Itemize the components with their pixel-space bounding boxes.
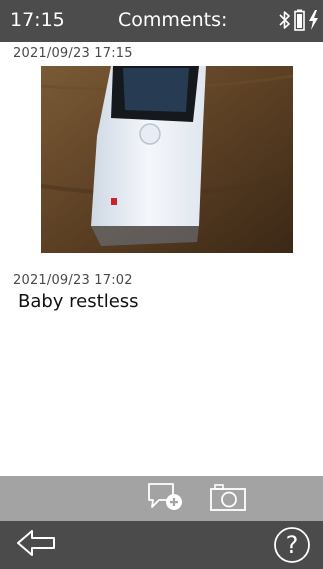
status-bar: 17:15 Comments: xyxy=(0,0,323,42)
comments-list[interactable]: 2021/09/23 17:15 2021/09/23 17:02 Baby r… xyxy=(0,42,323,476)
action-bar xyxy=(0,476,323,521)
nav-bar: ? xyxy=(0,521,323,569)
back-arrow-icon xyxy=(15,528,57,562)
comment-photo[interactable] xyxy=(41,66,293,253)
add-comment-button[interactable] xyxy=(144,481,186,517)
comment-timestamp: 2021/09/23 17:15 xyxy=(13,46,133,61)
page-title: Comments: xyxy=(118,9,228,31)
bluetooth-icon xyxy=(279,10,291,34)
back-button[interactable] xyxy=(14,525,58,565)
charging-bolt-icon xyxy=(308,9,319,35)
help-button[interactable]: ? xyxy=(270,525,314,565)
status-time: 17:15 xyxy=(10,9,65,31)
status-icons xyxy=(279,9,319,35)
camera-icon xyxy=(208,482,248,516)
add-comment-icon xyxy=(145,480,185,518)
help-icon: ? xyxy=(273,526,311,564)
help-glyph: ? xyxy=(285,531,299,559)
battery-icon xyxy=(294,9,305,35)
comment-text: Baby restless xyxy=(18,291,139,312)
take-photo-button[interactable] xyxy=(207,481,249,517)
comment-timestamp: 2021/09/23 17:02 xyxy=(13,273,133,288)
